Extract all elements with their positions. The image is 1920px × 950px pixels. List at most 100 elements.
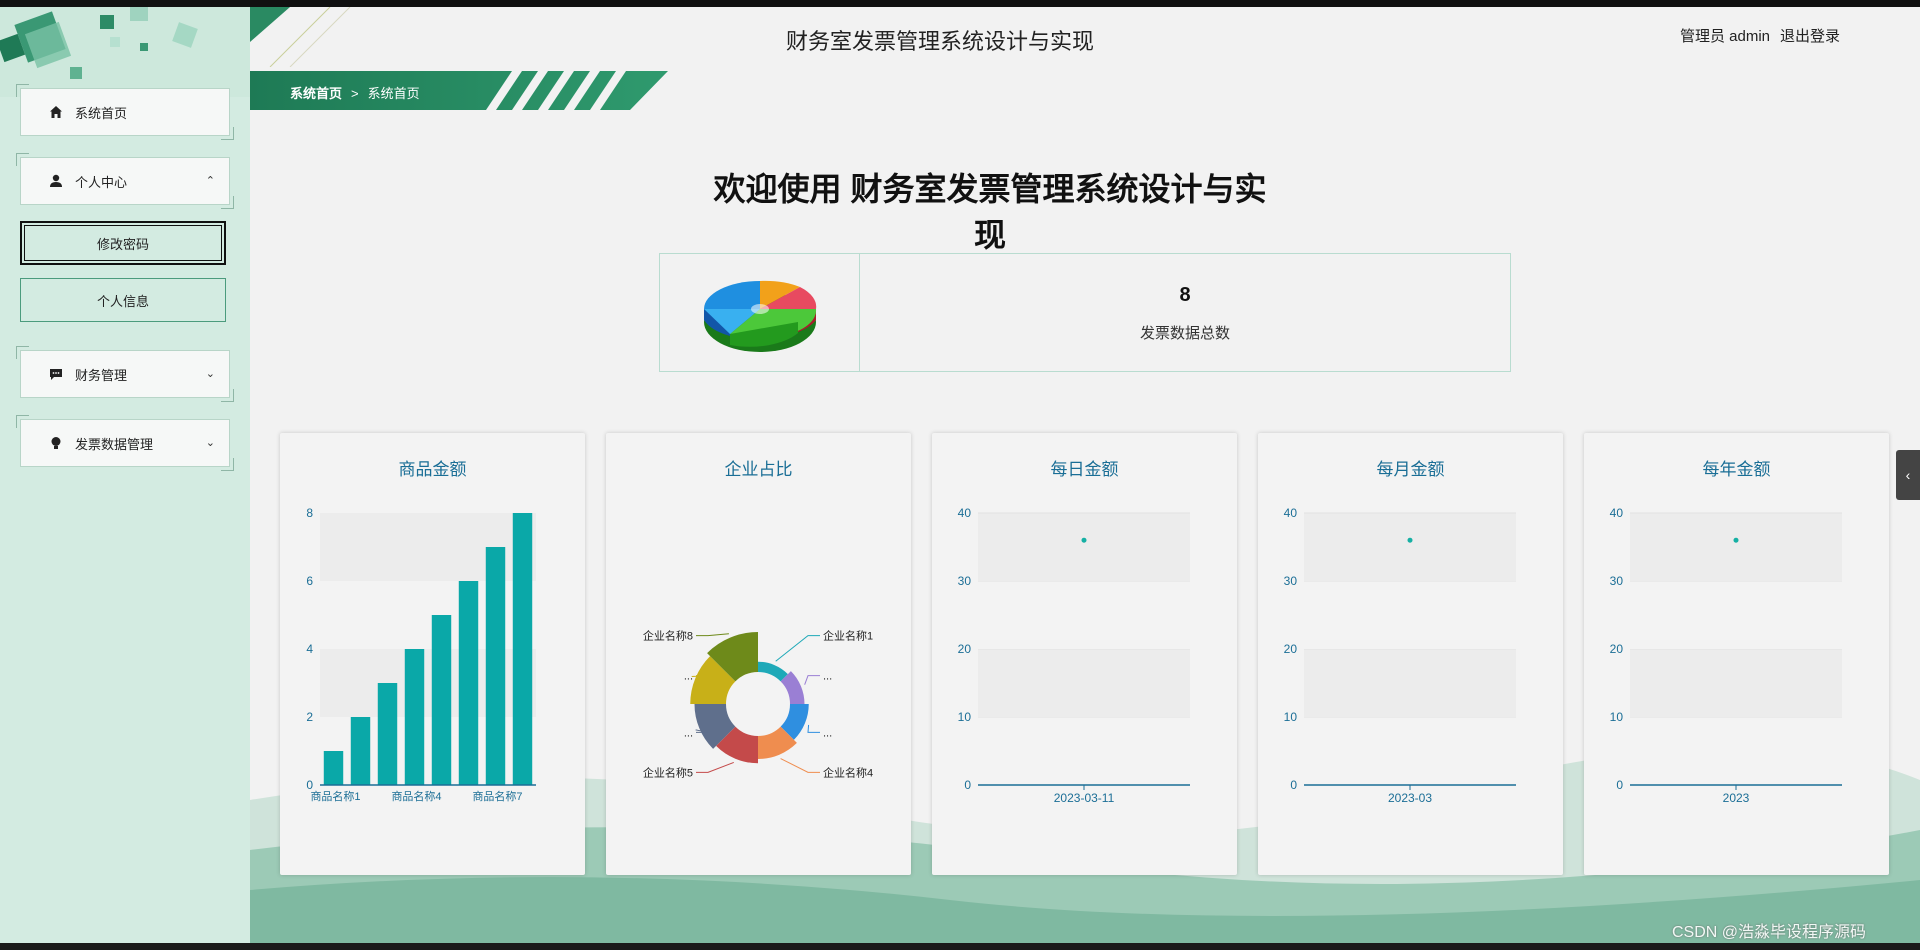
grid-band — [1304, 717, 1516, 785]
sidebar-item-home[interactable]: 系统首页 — [16, 84, 234, 140]
pie-label: ... — [823, 671, 832, 683]
bar — [512, 513, 533, 785]
y-tick-label: 0 — [306, 778, 313, 792]
sidebar-item-label: 个人中心 — [75, 174, 128, 190]
y-tick-label: 8 — [306, 506, 313, 520]
y-tick-label: 40 — [1284, 506, 1298, 520]
grid-band — [1304, 513, 1516, 581]
chevron-left-icon: ‹ — [1905, 467, 1911, 483]
label-line — [696, 633, 729, 637]
y-tick-label: 10 — [958, 710, 972, 724]
pie-slice — [758, 661, 788, 682]
breadcrumb-current: 系统首页 — [367, 86, 420, 101]
grid-band — [1630, 649, 1842, 717]
collapse-tab-button[interactable]: ‹ — [1896, 450, 1920, 500]
grid-band — [978, 717, 1190, 785]
pie-label: ... — [684, 671, 693, 683]
grid-band — [978, 513, 1190, 581]
pie-3d-icon — [660, 254, 860, 371]
scatter-point — [1407, 537, 1413, 543]
grid-band — [1304, 649, 1516, 717]
x-tick-label: 商品名称1 — [310, 789, 360, 803]
y-tick-label: 10 — [1610, 710, 1624, 724]
y-tick-label: 20 — [1284, 642, 1298, 656]
y-tick-label: 4 — [306, 642, 313, 656]
y-tick-label: 30 — [958, 574, 972, 588]
label-line — [807, 724, 820, 733]
chart-card-monthly-amount: 每月金额 0 10 20 30 40 2023-03 — [1258, 433, 1563, 875]
sidebar-subitem-label: 修改密码 — [96, 236, 149, 252]
grid-band — [978, 649, 1190, 717]
sidebar-item-label: 发票数据管理 — [75, 436, 154, 452]
grid-band — [1630, 581, 1842, 649]
chart-card-daily-amount: 每日金额 0 10 20 30 40 2023-03-11 — [932, 433, 1237, 875]
breadcrumb-separator: > — [351, 86, 359, 101]
y-tick-label: 10 — [1284, 710, 1298, 724]
chevron-down-icon: ⌄ — [205, 437, 215, 449]
chart-card-yearly-amount: 每年金额 0 10 20 30 40 2023 — [1584, 433, 1889, 875]
logout-link[interactable]: 退出登录 — [1780, 28, 1840, 45]
y-tick-label: 30 — [1610, 574, 1624, 588]
chevron-up-icon: ⌃ — [205, 175, 215, 187]
bar — [485, 547, 506, 785]
label-line — [696, 761, 734, 773]
pie-label: 企业名称8 — [643, 629, 693, 643]
y-tick-label: 30 — [1284, 574, 1298, 588]
label-line — [804, 675, 820, 685]
sidebar-item-finance[interactable]: 财务管理 ⌄ — [16, 346, 234, 402]
sidebar: 系统首页 个人中心 ⌃ 修改密码 个人信息 财务管理 ⌄ 发票数据管理 ⌄ — [0, 7, 250, 943]
breadcrumb-home-link[interactable]: 系统首页 — [290, 86, 342, 101]
bar — [458, 581, 479, 785]
grid-band — [1304, 581, 1516, 649]
user-icon — [47, 173, 65, 189]
bar — [404, 649, 425, 785]
bar — [323, 751, 344, 785]
x-tick-label: 2023-03 — [1388, 791, 1432, 805]
scatter-chart-monthly: 0 10 20 30 40 2023-03 — [1284, 506, 1516, 805]
scatter-chart-daily: 0 10 20 30 40 2023-03-11 — [958, 506, 1190, 805]
header-decoration — [250, 7, 351, 67]
grid-band — [978, 581, 1190, 649]
sidebar-item-label: 财务管理 — [75, 367, 128, 383]
x-tick-label: 商品名称4 — [391, 789, 441, 803]
x-tick-label: 2023-03-11 — [1054, 791, 1115, 805]
bar-chart: 0 2 4 6 8 商品名称1 商品名称4 商品名称7 — [306, 506, 536, 803]
bar — [350, 717, 371, 785]
window-bottom-bar — [0, 943, 1920, 950]
watermark: CSDN @浩淼毕设程序源码 — [1672, 924, 1867, 941]
y-tick-label: 0 — [1616, 778, 1623, 792]
message-icon — [47, 366, 65, 382]
chart-card-goods-amount: 商品金额 0 2 4 6 8 商品名称1 商品名称4 商品名称7 — [280, 433, 585, 875]
app-title: 财务室发票管理系统设计与实现 — [785, 29, 1094, 54]
home-icon — [47, 104, 65, 120]
scatter-point — [1733, 537, 1739, 543]
y-tick-label: 20 — [958, 642, 972, 656]
sidebar-subitem-personal-info[interactable]: 个人信息 — [20, 278, 226, 322]
pie-label: ... — [684, 727, 693, 739]
sidebar-item-invoice-data[interactable]: 发票数据管理 ⌄ — [16, 415, 234, 471]
stat-card: 8 发票数据总数 — [659, 253, 1511, 372]
x-tick-label: 商品名称7 — [472, 789, 522, 803]
sidebar-item-personal-center[interactable]: 个人中心 ⌃ — [16, 153, 234, 209]
y-tick-label: 2 — [306, 710, 313, 724]
chart-card-company-ratio: 企业占比 企业名称1...... 企业名称4 企业名称5...... 企业名称8 — [606, 433, 911, 875]
pie-label: 企业名称4 — [823, 765, 873, 779]
bulb-icon — [47, 435, 65, 451]
sidebar-item-label: 系统首页 — [75, 105, 128, 121]
sidebar-subitem-change-password[interactable]: 修改密码 — [20, 221, 226, 265]
pie-chart: 企业名称1...... 企业名称4 企业名称5...... 企业名称8 — [643, 629, 873, 780]
stat-value: 8 — [1179, 284, 1191, 306]
pie-label: 企业名称5 — [643, 765, 693, 779]
user-label: 管理员 admin — [1680, 28, 1771, 45]
x-tick-label: 2023 — [1723, 791, 1750, 805]
welcome-heading: 欢迎使用 财务室发票管理系统设计与实现 — [713, 171, 1267, 253]
chevron-down-icon: ⌄ — [205, 368, 215, 380]
y-tick-label: 0 — [964, 778, 971, 792]
y-tick-label: 6 — [306, 574, 313, 588]
scatter-point — [1081, 537, 1087, 543]
sidebar-decoration — [0, 7, 250, 97]
y-tick-label: 40 — [1610, 506, 1624, 520]
y-tick-label: 0 — [1290, 778, 1297, 792]
pie-label: ... — [823, 727, 832, 739]
sidebar-subitem-label: 个人信息 — [96, 293, 149, 309]
